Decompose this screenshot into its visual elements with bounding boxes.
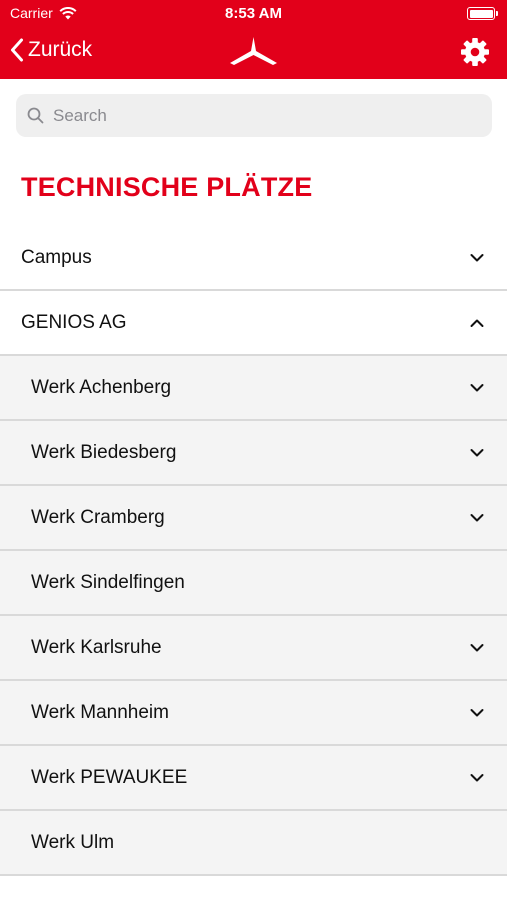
chevron-down-icon	[470, 253, 484, 261]
list-item-label: Werk Karlsruhe	[31, 636, 162, 658]
back-button[interactable]: Zurück	[10, 38, 92, 62]
list-item[interactable]: Werk Ulm	[0, 811, 507, 876]
list-item[interactable]: Campus	[0, 226, 507, 291]
list-item[interactable]: Werk Sindelfingen	[0, 551, 507, 616]
chevron-down-icon	[470, 513, 484, 521]
search-bar[interactable]	[16, 94, 492, 137]
chevron-down-icon	[470, 708, 484, 716]
search-icon	[27, 107, 44, 124]
back-button-label: Zurück	[28, 38, 93, 61]
list-item-label: GENIOS AG	[21, 311, 127, 333]
section-title: TECHNISCHE PLÄTZE	[21, 172, 313, 202]
status-bar: Carrier 8:53 AM	[0, 0, 507, 28]
gear-icon[interactable]	[460, 37, 490, 67]
chevron-down-icon	[470, 383, 484, 391]
list-item-label: Werk Biedesberg	[31, 441, 177, 463]
chevron-down-icon	[470, 643, 484, 651]
list-item-label: Werk PEWAUKEE	[31, 766, 188, 788]
list-item-label: Werk Sindelfingen	[31, 571, 185, 593]
list-item-label: Werk Cramberg	[31, 506, 165, 528]
chevron-left-icon	[11, 38, 23, 62]
list-item[interactable]: Werk Karlsruhe	[0, 616, 507, 681]
status-time: 8:53 AM	[225, 5, 282, 22]
list-item-label: Werk Achenberg	[31, 376, 172, 398]
chevron-down-icon	[470, 448, 484, 456]
list-item-label: Werk Ulm	[31, 831, 115, 853]
list-item[interactable]: Werk Achenberg	[0, 356, 507, 421]
list-item[interactable]: GENIOS AG	[0, 291, 507, 356]
list-item[interactable]: Werk PEWAUKEE	[0, 746, 507, 811]
search-input[interactable]	[53, 105, 473, 126]
list-item-label: Campus	[21, 246, 92, 268]
list-item[interactable]: Werk Cramberg	[0, 486, 507, 551]
chevron-up-icon	[470, 319, 484, 327]
list-item[interactable]: Werk Biedesberg	[0, 421, 507, 486]
list-item-label: Werk Mannheim	[31, 701, 169, 723]
chevron-down-icon	[470, 773, 484, 781]
technical-places-list: Campus GENIOS AG Werk Achenberg Werk Biedes…	[0, 226, 507, 876]
brand-logo	[230, 37, 277, 65]
battery-icon	[467, 7, 498, 20]
list-item[interactable]: Werk Mannheim	[0, 681, 507, 746]
navigation-bar: Carrier 8:53 AM Zurück	[0, 0, 507, 79]
